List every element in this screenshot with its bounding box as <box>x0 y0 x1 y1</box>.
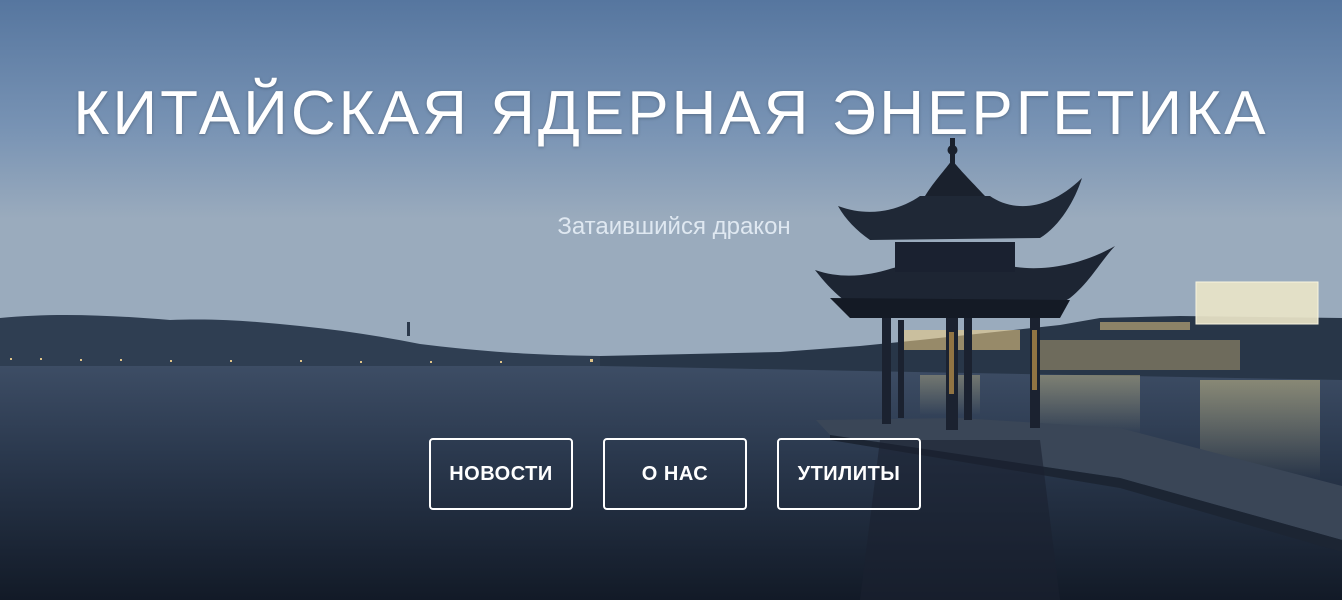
tools-button[interactable]: УТИЛИТЫ <box>777 438 921 510</box>
page-subtitle: Затаившийся дракон <box>557 213 791 240</box>
page-title: КИТАЙСКАЯ ЯДЕРНАЯ ЭНЕРГЕТИКА <box>73 79 1269 148</box>
about-button[interactable]: О НАС <box>603 438 747 510</box>
hero-section: КИТАЙСКАЯ ЯДЕРНАЯ ЭНЕРГЕТИКА Затаившийся… <box>0 0 1342 600</box>
news-button[interactable]: НОВОСТИ <box>429 438 573 510</box>
